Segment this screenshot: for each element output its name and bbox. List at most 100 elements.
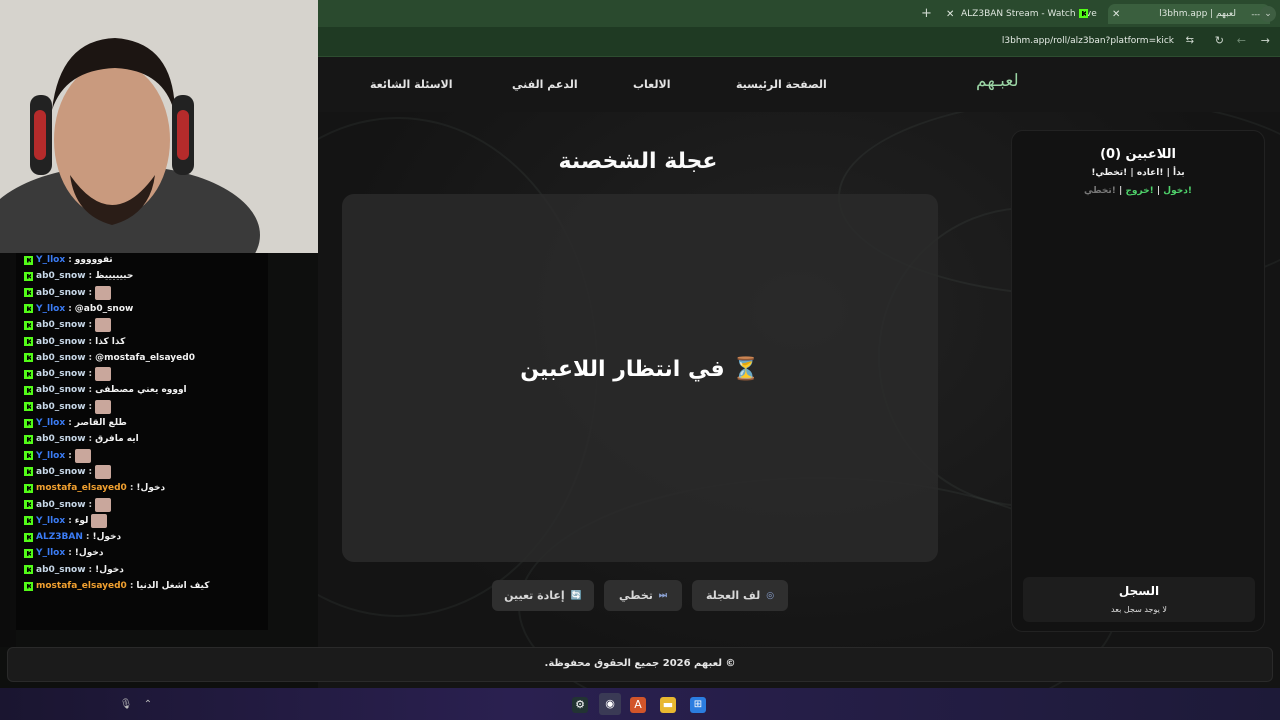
url-field[interactable]: l3bhm.app/roll/alz3ban?platform=kick — [1002, 36, 1174, 46]
chat-emote — [95, 497, 112, 512]
chat-username[interactable]: Y_llox — [36, 451, 65, 461]
spin-wheel-button[interactable]: لف العجلة ◎ — [692, 580, 788, 611]
chat-message: mostafa_elsayed0: كيف اشغل الدنيا — [24, 579, 209, 593]
chat-username[interactable]: ab0_snow — [36, 320, 86, 330]
chat-username[interactable]: Y_llox — [36, 304, 65, 314]
chat-username[interactable]: Y_llox — [36, 418, 65, 428]
chat-separator: : — [88, 434, 93, 445]
chat-message: Y_llox: طلع القاصر — [24, 416, 127, 430]
hourglass-icon: ⏳ — [732, 357, 760, 382]
webcam-overlay — [0, 0, 318, 253]
chat-message: ab0_snow: حبيييييظ — [24, 269, 133, 283]
kick-icon — [24, 516, 33, 526]
back-icon[interactable]: → — [1261, 34, 1270, 47]
log-empty-text: لا يوجد سجل بعد — [1111, 605, 1167, 614]
chat-emote — [95, 318, 112, 333]
chat-message: ab0_snow: — [24, 399, 112, 414]
chat-username[interactable]: Y_llox — [36, 255, 65, 265]
close-icon[interactable]: ✕ — [946, 9, 954, 20]
chat-text: طلع القاصر — [74, 418, 127, 428]
chat-separator: : — [88, 385, 93, 396]
site-logo[interactable]: لعبـهم — [976, 71, 1019, 91]
chat-username[interactable]: ab0_snow — [36, 369, 86, 379]
chat-username[interactable]: Y_llox — [36, 516, 65, 526]
log-title: السجل — [1118, 584, 1160, 598]
nav-games[interactable]: الالعاب — [633, 78, 671, 91]
nav-support[interactable]: الدعم الفني — [512, 78, 578, 91]
skip-icon: ⏭ — [658, 590, 667, 601]
chat-username[interactable]: ab0_snow — [36, 271, 86, 281]
chat-separator: : — [88, 499, 93, 510]
new-tab-icon[interactable]: + — [921, 6, 932, 21]
chat-username[interactable]: Y_llox — [36, 548, 65, 558]
kick-icon — [24, 418, 33, 428]
chat-emote — [95, 399, 112, 414]
kick-icon — [24, 483, 33, 493]
commands-line: !بدأ | !اعاده | !تخطي — [1091, 168, 1185, 178]
tab-favicon-icon: --- — [1251, 9, 1260, 19]
chat-username[interactable]: ALZ3BAN — [36, 532, 83, 542]
kick-icon — [24, 353, 33, 363]
chat-separator: : — [88, 401, 93, 412]
chat-separator: : — [88, 336, 93, 347]
chat-text: @mostafa_elsayed0 — [95, 352, 195, 363]
chat-text: @ab0_snow — [74, 303, 134, 314]
chat-username[interactable]: mostafa_elsayed0 — [36, 483, 127, 493]
join-commands: !دخول | !خروج | !تخطي — [1084, 186, 1192, 196]
tab-stream[interactable]: ✕ ALZ3BAN Stream - Watch Live — [946, 4, 1098, 24]
chat-message: Y_llox: لوء — [24, 513, 108, 528]
chat-message: ab0_snow: @mostafa_elsayed0 — [24, 351, 195, 365]
nav-home[interactable]: الصفحة الرئيسية — [736, 78, 827, 91]
kick-icon — [24, 565, 33, 575]
chat-message: Y_llox: — [24, 448, 91, 463]
site-page: لعبـهم الصفحة الرئيسية الالعاب الدعم الف… — [318, 57, 1280, 690]
chat-message: Y_llox: تفووووو — [24, 253, 113, 267]
close-icon[interactable]: ✕ — [1112, 9, 1120, 20]
site-navbar: لعبـهم الصفحة الرئيسية الالعاب الدعم الف… — [318, 57, 1280, 112]
chat-message: ab0_snow: — [24, 367, 112, 382]
app-icon[interactable]: A — [630, 697, 646, 713]
chat-emote — [91, 513, 108, 528]
kick-icon — [1079, 9, 1088, 18]
reload-icon[interactable]: ↻ — [1215, 34, 1224, 47]
file-explorer-icon[interactable]: ▬ — [660, 697, 676, 713]
kick-icon — [24, 451, 33, 461]
chat-emote — [95, 367, 112, 382]
chat-username[interactable]: mostafa_elsayed0 — [36, 581, 127, 591]
reset-button[interactable]: إعادة تعيين 🔄 — [492, 580, 594, 611]
chat-message: ab0_snow: اوووه يعني مصطفى — [24, 383, 187, 397]
chat-username[interactable]: ab0_snow — [36, 353, 86, 363]
chat-username[interactable]: ab0_snow — [36, 434, 86, 444]
tab-l3bhm[interactable]: ✕ l3bhm.app | لعبهم --- — [1108, 4, 1270, 24]
chat-emote — [95, 464, 112, 479]
stream-chat: Y_llox: تفووووو ab0_snow: حبيييييظ ab0_snow:… — [16, 253, 268, 630]
chat-username[interactable]: ab0_snow — [36, 288, 86, 298]
mic-icon[interactable]: 🎙 — [118, 697, 134, 713]
chat-separator: : — [68, 255, 72, 265]
chrome-icon[interactable]: ◉ — [599, 693, 621, 715]
tab-title: ALZ3BAN Stream - Watch Live — [961, 9, 1097, 19]
copyright-text: © لعبهم 2026 جميع الحقوق محفوظة. — [544, 658, 736, 669]
start-icon[interactable]: ⊞ — [690, 697, 706, 713]
chat-message: ALZ3BAN: !دخول — [24, 530, 121, 544]
site-settings-icon[interactable]: ⇆ — [1186, 35, 1194, 46]
chat-username[interactable]: ab0_snow — [36, 467, 86, 477]
chat-text: !دخول — [92, 532, 122, 543]
nav-faq[interactable]: الاسئلة الشائعة — [370, 78, 453, 91]
chat-username[interactable]: ab0_snow — [36, 402, 86, 412]
chat-text: !دخول — [74, 548, 104, 559]
kick-icon — [24, 548, 33, 558]
tab-list-icon[interactable]: ⌄ — [1260, 6, 1276, 22]
skip-button[interactable]: تخطي ⏭ — [604, 580, 682, 611]
chat-username[interactable]: ab0_snow — [36, 565, 86, 575]
chat-username[interactable]: ab0_snow — [36, 385, 86, 395]
overlay-background — [0, 253, 16, 647]
chat-text: لوء — [74, 515, 89, 526]
steam-icon[interactable]: ⚙ — [572, 697, 588, 713]
kick-icon — [24, 532, 33, 542]
chat-username[interactable]: ab0_snow — [36, 337, 86, 347]
chevron-up-icon[interactable]: ⌃ — [140, 697, 156, 713]
chat-username[interactable]: ab0_snow — [36, 500, 86, 510]
waiting-text: في انتظار اللاعبين — [520, 357, 725, 382]
reset-icon: 🔄 — [570, 590, 582, 601]
